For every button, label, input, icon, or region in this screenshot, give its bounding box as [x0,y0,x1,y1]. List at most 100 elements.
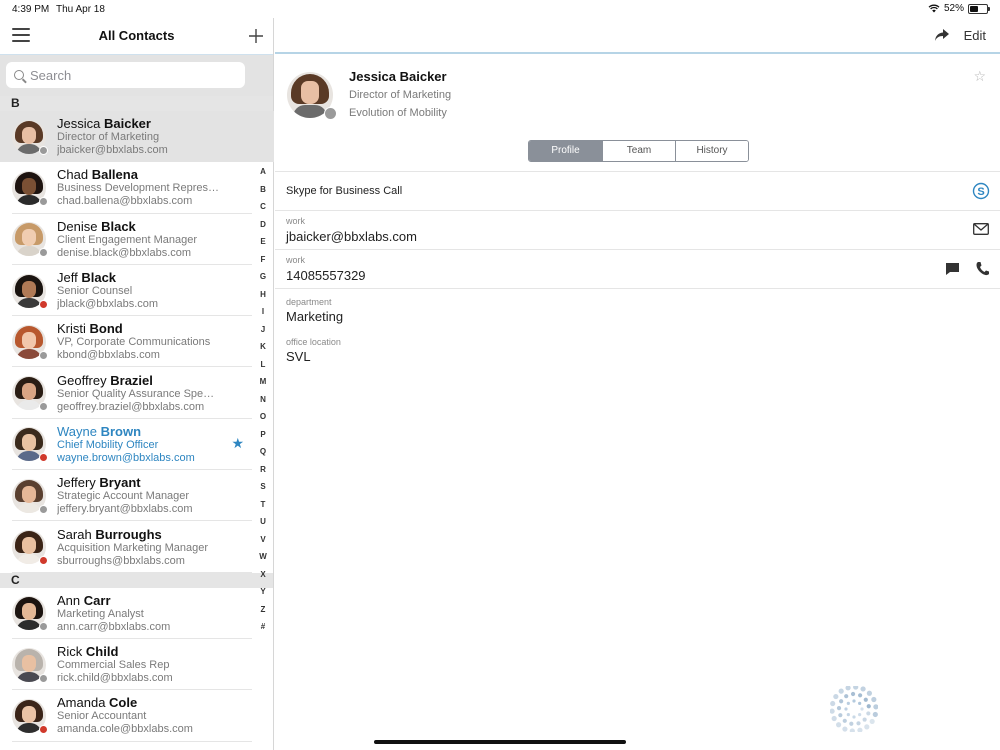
index-letter[interactable]: F [256,251,270,269]
office-location-row: office location SVL [275,329,1000,370]
index-letter[interactable]: E [256,233,270,251]
edit-button[interactable]: Edit [964,28,986,43]
contact-first-name: Jessica [57,116,101,132]
skype-call-row[interactable]: Skype for Business Call S [275,171,1000,210]
contact-email: jeffery.bryant@bbxlabs.com [57,503,193,516]
contact-row[interactable]: Chad Ballena Business Development Repres…… [0,162,252,214]
index-letter[interactable]: M [256,373,270,391]
phone-label: work [286,255,306,265]
presence-indicator [39,504,48,514]
favorite-star-icon[interactable]: ★ [231,435,244,452]
index-letter[interactable]: J [256,321,270,339]
contact-email: ann.carr@bbxlabs.com [57,620,171,633]
loading-spinner-icon [830,686,878,732]
contact-row[interactable]: Sarah Burroughs Acquisition Marketing Man… [0,521,252,573]
contact-row[interactable]: Denise Black Client Engagement Manager den… [0,214,252,265]
contact-first-name: Jeff [57,270,78,286]
contact-name: Sarah Burroughs [57,527,208,542]
star-icon[interactable]: ☆ [973,68,986,85]
contact-info: Denise Black Client Engagement Manager den… [57,219,197,260]
tab-history[interactable]: History [675,141,748,161]
presence-indicator [39,402,48,412]
contact-row[interactable]: Rick Child Commercial Sales Rep rick.child… [0,639,252,691]
search-box[interactable] [6,62,245,88]
contact-name: Geoffrey Braziel [57,373,214,388]
index-letter[interactable]: W [256,548,270,566]
contact-row[interactable]: Jessica Baicker Director of Marketing jbai… [0,111,274,163]
index-letter[interactable]: N [256,391,270,409]
email-row[interactable]: work jbaicker@bbxlabs.com [275,210,1000,249]
index-letter[interactable]: X [256,566,270,584]
avatar [12,324,48,360]
contact-row[interactable]: Jeffery Bryant Strategic Account Manager j… [0,470,252,522]
avatar [12,478,48,514]
contact-info: Jeff Black Senior Counsel jblack@bbxlabs.c… [57,270,158,311]
index-letter[interactable]: D [256,216,270,234]
tab-profile[interactable]: Profile [529,141,602,161]
detail-avatar [287,72,337,120]
contact-row[interactable]: Ann Carr Marketing Analyst ann.carr@bbxlab… [0,588,252,639]
svg-text:S: S [977,186,984,198]
index-letter[interactable]: P [256,426,270,444]
battery-percent: 52% [943,3,964,14]
index-letter[interactable]: A [256,163,270,181]
index-letter[interactable]: K [256,338,270,356]
contact-list: B Jessica Baicker Director of Marketing jba… [0,96,274,742]
contact-title: Chief Mobility Officer [57,438,159,451]
contact-last-name: Bryant [99,475,141,491]
add-contact-button[interactable] [249,24,263,47]
index-letter[interactable]: B [256,181,270,199]
contact-row[interactable]: Kristi Bond VP, Corporate Communications k… [0,316,252,368]
home-indicator[interactable] [374,740,626,744]
contact-title: VP, Corporate Communications [57,336,211,349]
contact-title: Business Development Repres… [57,182,220,195]
contact-info: Kristi Bond VP, Corporate Communications k… [57,321,210,362]
skype-icon[interactable]: S [972,182,990,200]
email-value: jbaicker@bbxlabs.com [286,229,417,244]
chat-icon[interactable] [945,262,960,276]
index-letter[interactable]: R [256,461,270,479]
index-letter[interactable]: # [256,618,270,636]
status-time: 4:39 PM [12,4,50,15]
contact-row[interactable]: Jeff Black Senior Counsel jblack@bbxlabs.c… [0,265,252,317]
contact-name: Ann Carr [57,593,170,608]
index-letter[interactable]: C [256,198,270,216]
contact-row[interactable]: Amanda Cole Senior Accountant amanda.cole@… [0,690,252,742]
index-letter[interactable]: Q [256,443,270,461]
contact-info: Chad Ballena Business Development Repres…… [57,167,219,208]
contact-info: Amanda Cole Senior Accountant amanda.cole@… [57,695,193,736]
skype-call-label: Skype for Business Call [286,185,403,197]
index-letter[interactable]: S [256,478,270,496]
index-letter[interactable]: H [256,286,270,304]
index-letter[interactable]: Y [256,583,270,601]
index-letter[interactable]: G [256,268,270,286]
phone-icon[interactable] [975,261,989,276]
department-row: department Marketing [275,288,1000,329]
share-icon[interactable] [934,28,950,42]
contacts-list-pane: All Contacts B Jessica BaickerDirector of… [0,18,274,750]
search-input[interactable] [30,67,230,83]
contact-first-name: Geoffrey [57,372,107,388]
index-letter[interactable]: O [256,408,270,426]
contact-last-name: Bond [89,321,123,337]
tab-team[interactable]: Team [602,141,675,161]
phone-row[interactable]: work 14085557329 [275,249,1000,288]
contact-title: Senior Accountant [57,710,147,723]
contact-first-name: Sarah [57,526,92,542]
index-letter[interactable]: T [256,496,270,514]
contact-last-name: Black [81,270,117,286]
index-letter[interactable]: U [256,513,270,531]
index-letter[interactable]: V [256,531,270,549]
presence-indicator [39,248,48,258]
detail-header: Edit [275,18,1000,54]
presence-indicator [39,673,48,683]
mail-icon[interactable] [973,223,989,235]
index-letter[interactable]: L [256,356,270,374]
contacts-header: All Contacts [0,18,273,54]
contact-row[interactable]: Wayne Brown Chief Mobility Officer wayne.b… [0,419,252,471]
index-letter[interactable]: I [256,303,270,321]
contact-info: Jessica Baicker Director of Marketing jbai… [57,116,168,157]
contact-row[interactable]: Geoffrey Braziel Senior Quality Assurance… [0,367,252,419]
index-letter[interactable]: Z [256,601,270,619]
alphabet-index[interactable]: A B C D E F G H I J K L M N O P Q R S T U V W X Y Z # [256,163,270,636]
